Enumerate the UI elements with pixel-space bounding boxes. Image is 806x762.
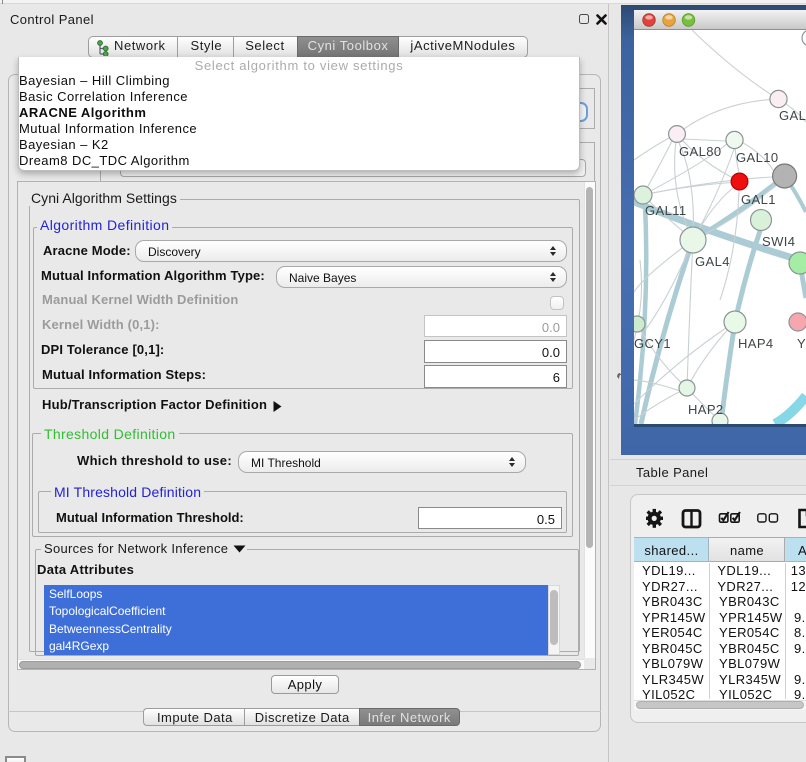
svg-text:GAL11: GAL11 — [645, 203, 687, 218]
svg-text:SWI4: SWI4 — [762, 234, 795, 249]
svg-text:YM: YM — [797, 336, 806, 351]
svg-text:HAP4: HAP4 — [738, 336, 774, 351]
svg-text:GAL4: GAL4 — [695, 254, 730, 269]
svg-text:GAL80: GAL80 — [679, 144, 721, 159]
svg-text:HAP2: HAP2 — [688, 402, 724, 417]
svg-text:GAL1: GAL1 — [741, 192, 776, 207]
svg-text:GCY1: GCY1 — [634, 336, 671, 351]
svg-text:GAL10: GAL10 — [736, 150, 778, 165]
svg-text:GAL7: GAL7 — [779, 108, 806, 123]
